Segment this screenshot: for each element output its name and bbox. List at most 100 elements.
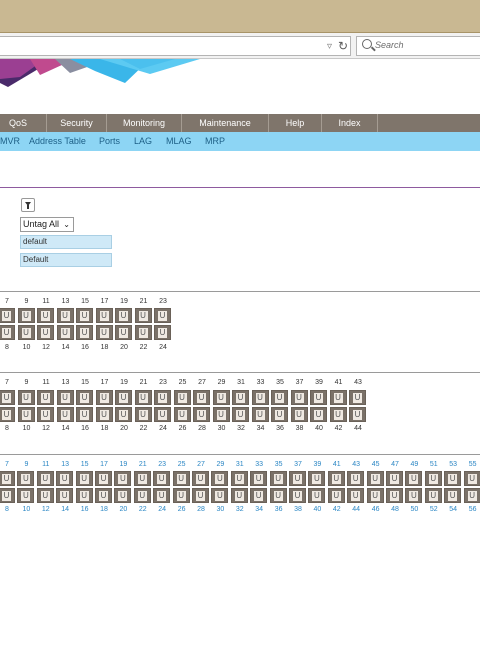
port-button[interactable]: U: [173, 407, 191, 422]
port-button[interactable]: U: [154, 390, 171, 405]
membership-select[interactable]: Untag All ⌄: [20, 217, 74, 232]
port-button[interactable]: U: [134, 407, 152, 422]
port-button[interactable]: U: [290, 407, 308, 422]
port-button[interactable]: U: [212, 390, 230, 405]
port-button[interactable]: U: [192, 471, 209, 486]
port-button[interactable]: U: [424, 488, 442, 503]
port-button[interactable]: U: [76, 308, 93, 323]
port-button[interactable]: U: [271, 407, 288, 422]
port-button[interactable]: U: [0, 407, 15, 422]
port-button[interactable]: U: [212, 407, 230, 422]
port-button[interactable]: U: [289, 471, 306, 486]
port-button[interactable]: U: [386, 471, 403, 486]
port-button[interactable]: U: [17, 325, 35, 340]
port-button[interactable]: U: [290, 390, 308, 405]
port-button[interactable]: U: [269, 471, 287, 486]
port-button[interactable]: U: [133, 488, 151, 503]
port-button[interactable]: U: [405, 488, 423, 503]
port-button[interactable]: U: [347, 488, 365, 503]
port-button[interactable]: U: [366, 488, 384, 503]
search-input[interactable]: Search: [356, 36, 480, 56]
port-button[interactable]: U: [192, 488, 209, 503]
port-button[interactable]: U: [56, 407, 74, 422]
port-button[interactable]: U: [463, 488, 480, 503]
port-button[interactable]: U: [56, 471, 74, 486]
port-button[interactable]: U: [329, 407, 347, 422]
port-button[interactable]: U: [56, 325, 74, 340]
port-button[interactable]: U: [134, 325, 152, 340]
port-button[interactable]: U: [327, 488, 345, 503]
port-button[interactable]: U: [115, 407, 132, 422]
port-button[interactable]: U: [114, 488, 132, 503]
port-button[interactable]: U: [327, 471, 345, 486]
port-button[interactable]: U: [329, 390, 347, 405]
vlan-description-field[interactable]: Default: [20, 253, 112, 267]
port-button[interactable]: U: [37, 407, 54, 422]
port-button[interactable]: U: [0, 471, 15, 486]
port-button[interactable]: U: [95, 390, 113, 405]
port-button[interactable]: U: [36, 488, 54, 503]
port-button[interactable]: U: [289, 488, 306, 503]
port-button[interactable]: U: [133, 471, 151, 486]
port-button[interactable]: U: [153, 488, 171, 503]
port-button[interactable]: U: [310, 390, 327, 405]
port-button[interactable]: U: [211, 488, 229, 503]
filter-icon[interactable]: [21, 198, 35, 212]
port-button[interactable]: U: [232, 407, 249, 422]
port-button[interactable]: U: [444, 488, 462, 503]
port-button[interactable]: U: [95, 325, 113, 340]
port-button[interactable]: U: [211, 471, 229, 486]
port-button[interactable]: U: [310, 407, 327, 422]
port-button[interactable]: U: [230, 488, 248, 503]
port-button[interactable]: U: [271, 390, 288, 405]
port-button[interactable]: U: [75, 471, 93, 486]
nav-security[interactable]: Security: [47, 114, 107, 132]
port-button[interactable]: U: [463, 471, 480, 486]
port-button[interactable]: U: [444, 471, 462, 486]
nav-maintenance[interactable]: Maintenance: [182, 114, 269, 132]
port-button[interactable]: U: [424, 471, 442, 486]
port-button[interactable]: U: [75, 488, 93, 503]
port-button[interactable]: U: [17, 471, 35, 486]
port-button[interactable]: U: [36, 471, 54, 486]
port-button[interactable]: U: [0, 390, 15, 405]
nav-help[interactable]: Help: [269, 114, 322, 132]
port-button[interactable]: U: [386, 488, 403, 503]
port-button[interactable]: U: [0, 488, 15, 503]
subnav-lag[interactable]: LAG: [134, 132, 152, 151]
port-button[interactable]: U: [251, 407, 269, 422]
port-button[interactable]: U: [173, 390, 191, 405]
port-button[interactable]: U: [269, 488, 287, 503]
port-button[interactable]: U: [95, 471, 112, 486]
port-button[interactable]: U: [56, 308, 74, 323]
port-button[interactable]: U: [308, 471, 326, 486]
port-button[interactable]: U: [154, 308, 171, 323]
reload-icon[interactable]: ↻: [338, 39, 348, 53]
port-button[interactable]: U: [17, 390, 35, 405]
port-button[interactable]: U: [230, 471, 248, 486]
url-dropdown-icon[interactable]: ▿: [327, 41, 332, 52]
port-button[interactable]: U: [250, 471, 268, 486]
port-button[interactable]: U: [37, 325, 54, 340]
port-button[interactable]: U: [0, 325, 15, 340]
port-button[interactable]: U: [232, 390, 249, 405]
url-bar[interactable]: ▿ ↻: [0, 36, 351, 56]
port-button[interactable]: U: [17, 488, 35, 503]
port-button[interactable]: U: [349, 407, 366, 422]
port-button[interactable]: U: [134, 390, 152, 405]
nav-index[interactable]: Index: [322, 114, 378, 132]
port-button[interactable]: U: [37, 308, 54, 323]
port-button[interactable]: U: [154, 407, 171, 422]
subnav-address-table[interactable]: Address Table: [29, 132, 86, 151]
port-button[interactable]: U: [56, 488, 74, 503]
subnav-ports[interactable]: Ports: [99, 132, 120, 151]
port-button[interactable]: U: [95, 407, 113, 422]
port-button[interactable]: U: [349, 390, 366, 405]
port-button[interactable]: U: [56, 390, 74, 405]
port-button[interactable]: U: [134, 308, 152, 323]
port-button[interactable]: U: [251, 390, 269, 405]
port-button[interactable]: U: [76, 407, 93, 422]
port-button[interactable]: U: [193, 390, 210, 405]
port-button[interactable]: U: [0, 308, 15, 323]
port-button[interactable]: U: [95, 308, 113, 323]
